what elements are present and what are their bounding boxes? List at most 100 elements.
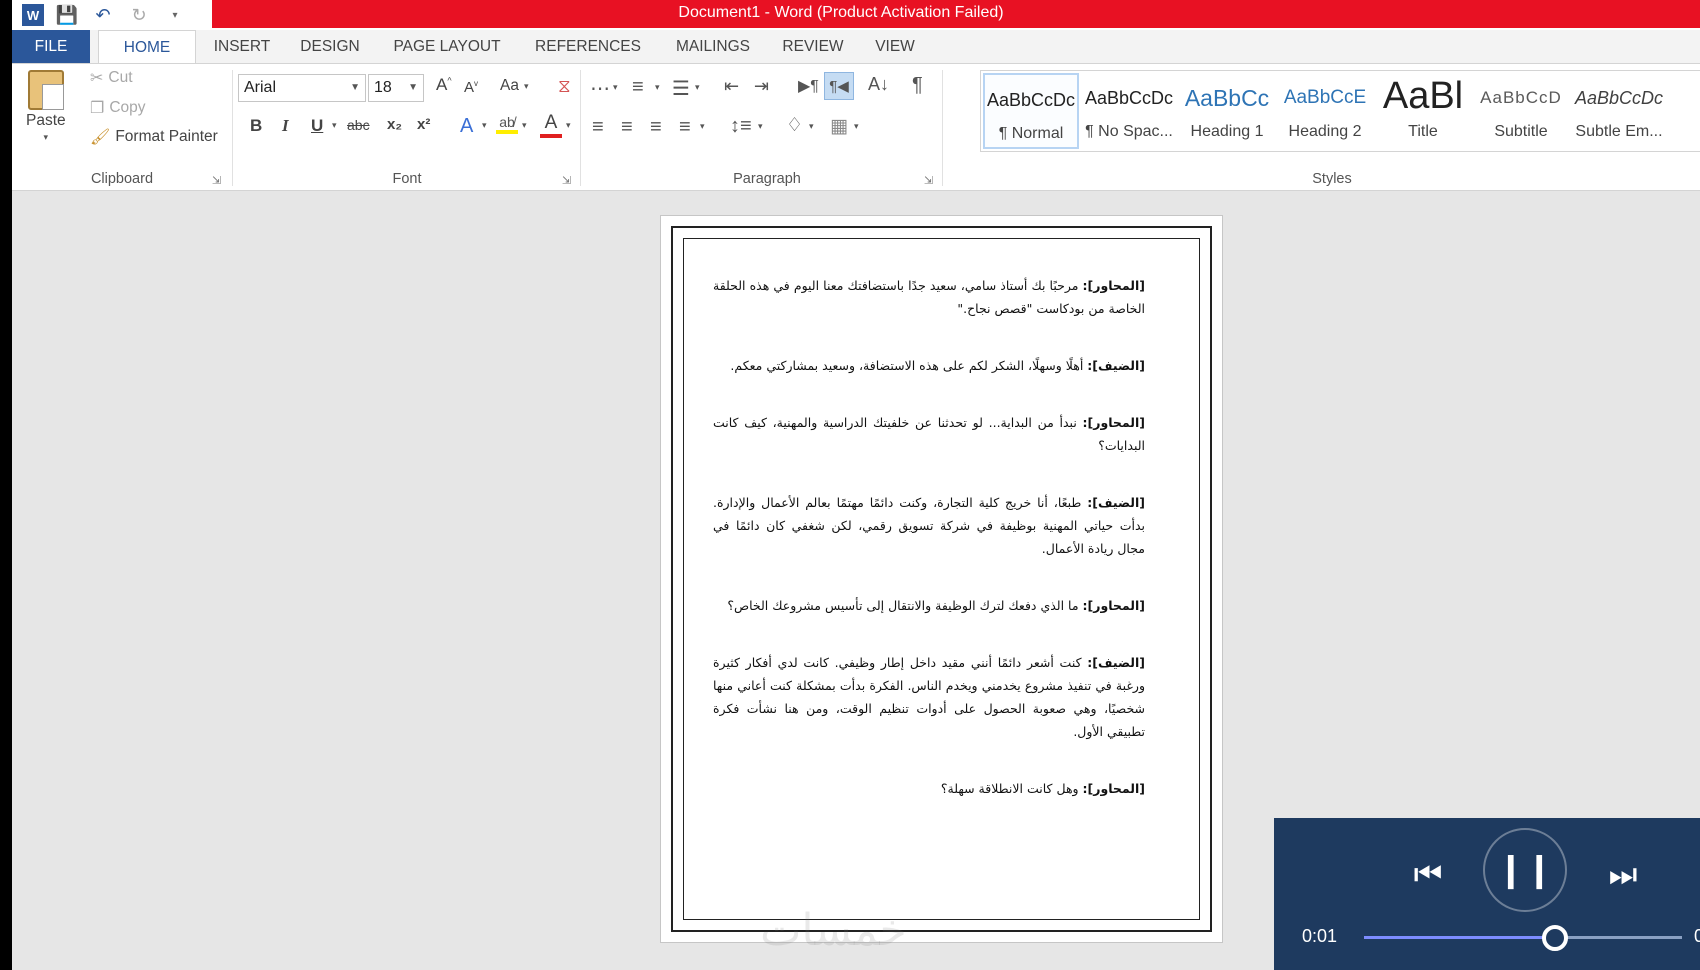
shrink-font-button[interactable]: Av	[464, 79, 478, 96]
paragraph[interactable]: [المحاور]: وهل كانت الانطلاقة سهلة؟	[713, 777, 1145, 800]
align-left-icon[interactable]: ≡	[592, 116, 604, 139]
tab-home[interactable]: HOME	[98, 30, 196, 64]
ltr-icon[interactable]: ▶¶	[798, 76, 819, 96]
clear-formatting-icon[interactable]: ⧖	[558, 76, 571, 97]
dialog-launcher-icon[interactable]: ⇲	[562, 174, 571, 187]
chevron-down-icon[interactable]: ▾	[655, 82, 660, 93]
paragraph[interactable]: [المحاور]: ما الذي دفعك لترك الوظيفة وال…	[713, 594, 1145, 617]
previous-track-button[interactable]: ⏮	[1406, 853, 1450, 897]
justify-icon[interactable]: ≡	[679, 116, 691, 139]
subscript-button[interactable]: x₂	[387, 116, 402, 133]
chevron-down-icon: ▾	[523, 80, 529, 91]
total-time: 0:	[1694, 926, 1700, 946]
font-color-icon: A	[544, 112, 558, 133]
change-case-button[interactable]: Aa ▾	[500, 77, 529, 95]
style-subtitle[interactable]: AaBbCcD Subtitle	[1473, 73, 1569, 149]
style-heading-1[interactable]: AaBbCc Heading 1	[1179, 73, 1275, 149]
dialog-launcher-icon[interactable]: ⇲	[924, 174, 933, 187]
shading-icon[interactable]: ♢	[786, 114, 803, 137]
redo-icon[interactable]: ↻	[126, 4, 152, 26]
decrease-indent-icon[interactable]: ⇤	[724, 76, 739, 97]
paragraph[interactable]: [المحاور]: مرحبًا بك أستاذ سامي، سعيد جد…	[713, 274, 1145, 320]
numbering-icon[interactable]: ≡	[632, 76, 644, 99]
group-divider	[232, 70, 233, 186]
word-icon[interactable]: W	[22, 4, 44, 26]
quick-access-toolbar: W 💾 ↶ ↻ ▾	[12, 0, 212, 30]
seek-bar[interactable]	[1364, 925, 1682, 951]
tab-page-layout[interactable]: PAGE LAYOUT	[388, 30, 506, 63]
style-normal[interactable]: AaBbCcDc ¶ Normal	[983, 73, 1079, 149]
align-center-icon[interactable]: ≡	[621, 116, 633, 139]
chevron-down-icon[interactable]: ▾	[854, 121, 859, 132]
undo-icon[interactable]: ↶	[90, 4, 116, 26]
multilevel-list-icon[interactable]: ☰	[672, 76, 690, 101]
next-track-button[interactable]: ⏭	[1601, 853, 1645, 897]
dialog-launcher-icon[interactable]: ⇲	[212, 174, 221, 187]
copy-button[interactable]: ❐ Copy	[90, 98, 146, 118]
show-marks-icon[interactable]: ¶	[912, 74, 923, 97]
sort-icon[interactable]: A↓	[868, 74, 889, 95]
skip-next-icon: ⏭	[1608, 856, 1638, 892]
chevron-down-icon[interactable]: ▾	[482, 120, 487, 131]
align-right-icon[interactable]: ≡	[650, 116, 662, 139]
text-effects-icon[interactable]: A	[460, 115, 473, 138]
tab-design[interactable]: DESIGN	[295, 30, 365, 63]
styles-gallery: AaBbCcDc ¶ Normal AaBbCcDc ¶ No Spac... …	[980, 70, 1700, 152]
borders-icon[interactable]: ▦	[830, 115, 848, 138]
style-subtle-emphasis[interactable]: AaBbCcDc Subtle Em...	[1571, 73, 1667, 149]
tab-file[interactable]: FILE	[12, 30, 90, 63]
grow-font-button[interactable]: A^	[436, 75, 452, 95]
italic-button[interactable]: I	[282, 116, 289, 136]
cut-button[interactable]: ✂ Cut	[90, 68, 133, 88]
chevron-down-icon[interactable]: ▾	[809, 121, 814, 132]
style-no-spacing[interactable]: AaBbCcDc ¶ No Spac...	[1081, 73, 1177, 149]
chevron-down-icon[interactable]: ▾	[332, 120, 337, 131]
increase-indent-icon[interactable]: ⇥	[754, 76, 769, 97]
tab-insert[interactable]: INSERT	[210, 30, 274, 63]
line-spacing-icon[interactable]: ↕≡	[730, 115, 752, 138]
format-painter-button[interactable]: 🖌 Format Painter	[90, 127, 218, 147]
bullets-icon[interactable]: ⋯	[590, 76, 610, 101]
group-divider	[942, 70, 943, 186]
ribbon-home: Paste ▾ ✂ Cut ❐ Copy 🖌 Format Painter Cl…	[12, 63, 1700, 191]
font-group-label: Font	[392, 171, 422, 187]
font-size-combo[interactable]: 18 ▼	[368, 74, 424, 102]
tab-review[interactable]: REVIEW	[778, 30, 848, 63]
ribbon-tabs: FILE HOME INSERT DESIGN PAGE LAYOUT REFE…	[12, 30, 1700, 64]
seek-bar-fill	[1364, 936, 1555, 939]
seek-bar-thumb[interactable]	[1541, 925, 1568, 951]
chevron-down-icon[interactable]: ▾	[695, 82, 700, 93]
style-title[interactable]: AaBl Title	[1375, 73, 1471, 149]
chevron-down-icon[interactable]: ▾	[613, 82, 618, 93]
strikethrough-button[interactable]: abc	[347, 117, 370, 133]
tab-view[interactable]: VIEW	[872, 30, 918, 63]
font-color-button[interactable]: A	[540, 112, 562, 138]
paragraph[interactable]: [المحاور]: نبدأ من البداية... لو تحدثنا …	[713, 411, 1145, 457]
brush-icon: 🖌	[90, 129, 111, 146]
underline-button[interactable]: U	[311, 116, 323, 136]
chevron-down-icon[interactable]: ▾	[758, 121, 763, 132]
paste-button[interactable]: Paste ▾	[26, 70, 66, 143]
scissors-icon: ✂	[90, 70, 104, 87]
customize-qat-icon[interactable]: ▾	[162, 4, 188, 26]
superscript-button[interactable]: x²	[417, 116, 430, 133]
document-body[interactable]: [المحاور]: مرحبًا بك أستاذ سامي، سعيد جد…	[713, 274, 1145, 834]
paragraph[interactable]: [الضيف]: كنت أشعر دائمًا أنني مقيد داخل …	[713, 651, 1145, 743]
paragraph-group-label: Paragraph	[733, 171, 801, 187]
rtl-icon[interactable]: ¶◀	[824, 72, 854, 100]
style-heading-2[interactable]: AaBbCcE Heading 2	[1277, 73, 1373, 149]
bold-button[interactable]: B	[250, 116, 262, 136]
paragraph[interactable]: [الضيف]: أهلًا وسهلًا، الشكر لكم على هذه…	[713, 354, 1145, 377]
chevron-down-icon[interactable]: ▾	[700, 121, 705, 132]
chevron-down-icon[interactable]: ▾	[522, 120, 527, 131]
save-icon[interactable]: 💾	[54, 4, 80, 26]
copy-icon: ❐	[90, 100, 105, 117]
tab-references[interactable]: REFERENCES	[528, 30, 648, 63]
chevron-down-icon[interactable]: ▾	[566, 120, 571, 131]
font-name-combo[interactable]: Arial ▼	[238, 74, 366, 102]
tab-mailings[interactable]: MAILINGS	[668, 30, 758, 63]
paragraph[interactable]: [الضيف]: طبعًا، أنا خريج كلية التجارة، و…	[713, 491, 1145, 560]
highlight-color-button[interactable]: ab̸	[496, 114, 518, 134]
pause-button[interactable]: ❙❙	[1483, 828, 1567, 912]
document-page[interactable]: [المحاور]: مرحبًا بك أستاذ سامي، سعيد جد…	[660, 215, 1223, 943]
